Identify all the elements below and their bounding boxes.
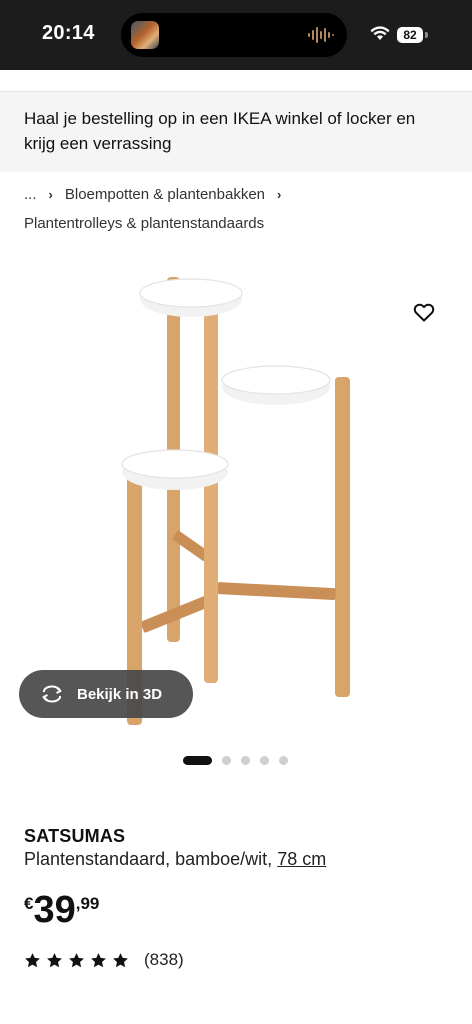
star-icon — [69, 952, 84, 967]
gallery-pagination — [183, 756, 298, 765]
product-price: € 39 ,99 — [24, 888, 99, 932]
price-currency: € — [24, 894, 34, 913]
rating-count: (838) — [144, 950, 184, 969]
star-icon — [25, 952, 40, 967]
breadcrumb-category[interactable]: Bloempotten & plantenbakken — [65, 186, 265, 203]
chevron-right-icon: › — [48, 187, 53, 202]
product-size-link[interactable]: 78 cm — [277, 849, 326, 869]
gallery-dot[interactable] — [279, 756, 288, 765]
audio-waveform-icon — [308, 27, 334, 43]
view-in-3d-button[interactable]: Bekijk in 3D — [19, 670, 193, 718]
wifi-icon — [370, 26, 390, 40]
chevron-right-icon: › — [277, 187, 282, 202]
gallery-dot[interactable] — [260, 756, 269, 765]
star-icon — [47, 952, 62, 967]
breadcrumb: ... › Bloempotten & plantenbakken › — [24, 186, 293, 203]
status-bar: 20:14 82 — [0, 0, 472, 70]
rating-stars — [24, 952, 134, 969]
gallery-dot[interactable] — [183, 756, 212, 765]
battery-tip — [425, 32, 428, 38]
price-integer: 39 — [33, 889, 76, 931]
gallery-dot[interactable] — [241, 756, 250, 765]
star-icon — [113, 952, 128, 967]
promo-banner-text: Haal je bestelling op in een IKEA winkel… — [24, 109, 416, 153]
product-brand: SATSUMAS — [24, 826, 126, 846]
breadcrumb-ellipsis[interactable]: ... — [24, 186, 37, 203]
heart-icon[interactable] — [412, 300, 436, 324]
gallery-dot[interactable] — [222, 756, 231, 765]
breadcrumb-subcategory[interactable]: Plantentrolleys & plantenstandaards — [24, 215, 264, 232]
status-time: 20:14 — [42, 22, 95, 44]
header-divider — [0, 70, 472, 92]
battery-indicator: 82 — [397, 27, 423, 43]
product-image[interactable] — [100, 262, 380, 732]
rotate-3d-icon — [42, 685, 62, 703]
view-in-3d-label: Bekijk in 3D — [77, 685, 163, 703]
product-description-text: Plantenstandaard, bamboe/wit, — [24, 849, 273, 869]
star-icon — [91, 952, 106, 967]
product-rating[interactable]: (838) — [24, 950, 184, 970]
product-description: Plantenstandaard, bamboe/wit, 78 cm — [24, 849, 326, 870]
dynamic-island — [121, 13, 347, 57]
price-decimal: ,99 — [75, 894, 100, 913]
now-playing-artwork — [131, 21, 159, 49]
